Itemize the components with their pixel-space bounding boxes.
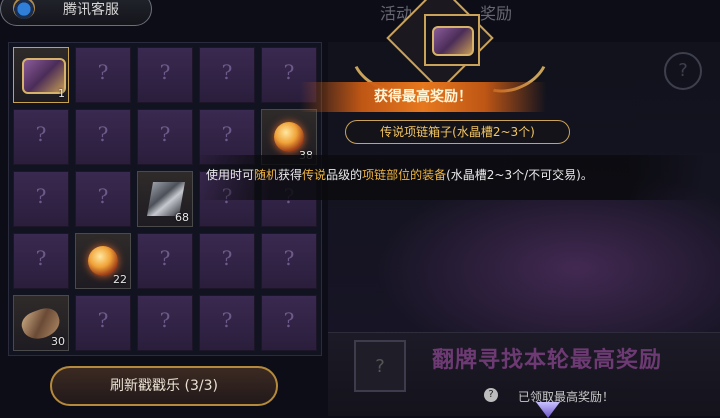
question-mark-icon: ? — [97, 60, 109, 84]
desc-highlight: 项链部位的装备 — [362, 168, 447, 182]
hidden-card-cell[interactable]: ? — [137, 233, 193, 289]
question-mark-icon: ? — [35, 122, 47, 146]
hidden-card-cell[interactable]: ? — [261, 295, 317, 351]
grid-item-cell[interactable]: 22 — [75, 233, 131, 289]
hidden-card-cell[interactable]: ? — [13, 233, 69, 289]
refresh-button[interactable]: 刷新戳戳乐 (3/3) — [50, 366, 278, 406]
question-mark-icon: ? — [159, 308, 171, 332]
reward-item-name: 传说项链箱子(水晶槽2~3个) — [345, 120, 570, 144]
grid-item-cell[interactable]: 1 — [13, 47, 69, 103]
claimed-text: 已领取最高奖励！ — [518, 390, 615, 404]
top-reward-slot: ? — [354, 340, 406, 392]
hidden-card-cell[interactable]: ? — [137, 47, 193, 103]
top-reward-slot-mark: ? — [375, 356, 385, 377]
hidden-card-cell[interactable]: ? — [75, 47, 131, 103]
item-count: 22 — [113, 273, 127, 286]
hidden-card-cell[interactable]: ? — [199, 295, 255, 351]
hidden-card-cell[interactable]: ? — [13, 171, 69, 227]
hidden-card-cell[interactable]: ? — [261, 233, 317, 289]
question-mark-icon: ? — [35, 184, 47, 208]
page-title-right: 奖励 — [480, 4, 513, 23]
question-mark-icon: ? — [283, 308, 295, 332]
item-count: 1 — [58, 87, 65, 100]
claimed-question-icon: ? — [484, 388, 498, 402]
find-top-reward-text: 翻牌寻找本轮最高奖励 — [432, 348, 663, 373]
item-count: 68 — [175, 211, 189, 224]
hidden-card-cell[interactable]: ? — [75, 109, 131, 165]
item-count: 30 — [51, 335, 65, 348]
grid-item-cell[interactable]: 30 — [13, 295, 69, 351]
reward-item-slot — [424, 14, 480, 66]
hidden-card-cell[interactable]: ? — [199, 233, 255, 289]
desc-highlight: 传说 — [302, 168, 327, 182]
hidden-card-cell[interactable]: ? — [75, 171, 131, 227]
question-mark-icon: ? — [159, 122, 171, 146]
hidden-card-cell[interactable]: ? — [75, 295, 131, 351]
popup-title: 获得最高奖励！ — [374, 89, 472, 105]
desc-text: 获得 — [278, 168, 303, 182]
fire-orb-icon — [88, 246, 118, 276]
customer-service-label: 腾讯客服 — [63, 2, 119, 18]
question-mark-icon: ? — [283, 60, 295, 84]
question-mark-icon: ? — [283, 246, 295, 270]
hidden-card-cell[interactable]: ? — [137, 295, 193, 351]
help-icon[interactable]: ? — [664, 52, 702, 90]
service-logo-icon — [13, 0, 35, 19]
question-mark-icon: ? — [221, 122, 233, 146]
desc-text: 使用时可 — [206, 168, 255, 182]
reward-item-description: 使用时可随机获得传说品级的项链部位的装备(水晶槽2~3个/不可交易)。 — [206, 166, 706, 183]
customer-service-button[interactable]: 腾讯客服 — [0, 0, 152, 26]
question-mark-icon: ? — [221, 60, 233, 84]
hidden-card-cell[interactable]: ? — [137, 109, 193, 165]
question-mark-icon: ? — [221, 246, 233, 270]
desc-text: 品级的 — [326, 168, 363, 182]
question-mark-icon: ? — [97, 122, 109, 146]
question-mark-icon: ? — [97, 308, 109, 332]
grid-item-cell[interactable]: 68 — [137, 171, 193, 227]
legend-chest-icon — [432, 26, 474, 56]
hidden-card-cell[interactable]: ? — [13, 109, 69, 165]
question-mark-icon: ? — [35, 246, 47, 270]
question-mark-icon: ? — [159, 246, 171, 270]
question-mark-icon: ? — [97, 184, 109, 208]
desc-highlight: 随机 — [254, 168, 279, 182]
desc-text: (水晶槽2~3个/不可交易)。 — [446, 168, 593, 182]
fire-orb-icon — [274, 122, 304, 152]
hidden-card-cell[interactable]: ? — [199, 47, 255, 103]
question-mark-icon: ? — [159, 60, 171, 84]
question-mark-icon: ? — [221, 308, 233, 332]
